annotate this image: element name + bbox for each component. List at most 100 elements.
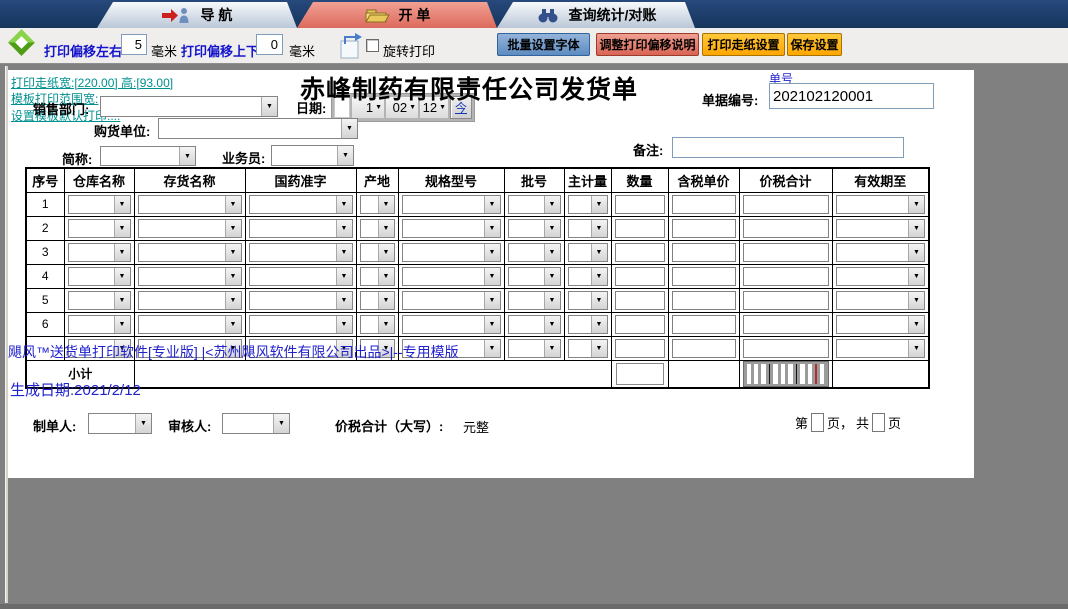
cell-combobox[interactable]: ▼: [67, 266, 131, 286]
cell-input[interactable]: [614, 338, 665, 358]
dropdown-arrow-icon[interactable]: ▼: [261, 97, 277, 116]
cell-combobox[interactable]: ▼: [137, 242, 242, 262]
dropdown-arrow-icon[interactable]: ▼: [543, 315, 560, 333]
cell-combobox[interactable]: ▼: [67, 218, 131, 238]
dropdown-arrow-icon[interactable]: ▼: [543, 243, 560, 261]
dropdown-arrow-icon[interactable]: ▼: [483, 195, 500, 213]
cell-combobox[interactable]: ▼: [248, 266, 353, 286]
offset-ud-input[interactable]: [256, 34, 283, 55]
cell-input[interactable]: [614, 290, 665, 310]
buyer-combobox[interactable]: ▼: [158, 118, 358, 139]
cell-combobox[interactable]: ▼: [401, 242, 501, 262]
dropdown-arrow-icon[interactable]: ▼: [590, 315, 607, 333]
cell-combobox[interactable]: ▼: [835, 314, 925, 334]
dropdown-arrow-icon[interactable]: ▼: [224, 267, 241, 285]
dropdown-arrow-icon[interactable]: ▼: [377, 291, 394, 309]
cell-combobox[interactable]: ▼: [67, 242, 131, 262]
dropdown-arrow-icon[interactable]: ▼: [335, 267, 352, 285]
dropdown-arrow-icon[interactable]: ▼: [543, 291, 560, 309]
tab-billing[interactable]: 开 单: [297, 2, 497, 28]
dropdown-arrow-icon[interactable]: ▼: [113, 315, 130, 333]
dropdown-arrow-icon[interactable]: ▼: [273, 414, 289, 433]
cell-input[interactable]: [614, 194, 665, 214]
dropdown-arrow-icon[interactable]: ▼: [377, 315, 394, 333]
cell-combobox[interactable]: ▼: [507, 218, 561, 238]
dropdown-arrow-icon[interactable]: ▼: [908, 291, 924, 309]
cell-input[interactable]: [742, 314, 829, 334]
dropdown-arrow-icon[interactable]: ▼: [483, 339, 500, 357]
dropdown-arrow-icon[interactable]: ▼: [543, 219, 560, 237]
dropdown-arrow-icon[interactable]: ▼: [908, 339, 924, 357]
dropdown-arrow-icon[interactable]: ▼: [113, 195, 130, 213]
dropdown-arrow-icon[interactable]: ▼: [908, 195, 924, 213]
cell-input[interactable]: [742, 266, 829, 286]
cell-combobox[interactable]: ▼: [507, 290, 561, 310]
dropdown-arrow-icon[interactable]: ▼: [590, 219, 607, 237]
cell-combobox[interactable]: ▼: [137, 218, 242, 238]
cell-input[interactable]: [671, 266, 736, 286]
cell-combobox[interactable]: ▼: [507, 266, 561, 286]
cell-combobox[interactable]: ▼: [507, 338, 561, 358]
cell-combobox[interactable]: ▼: [567, 242, 608, 262]
cell-input[interactable]: [742, 290, 829, 310]
cell-combobox[interactable]: ▼: [835, 218, 925, 238]
cell-combobox[interactable]: ▼: [567, 290, 608, 310]
dropdown-arrow-icon[interactable]: ▼: [908, 315, 924, 333]
dropdown-arrow-icon[interactable]: ▼: [483, 219, 500, 237]
cell-input[interactable]: [671, 290, 736, 310]
dropdown-arrow-icon[interactable]: ▼: [113, 219, 130, 237]
cell-combobox[interactable]: ▼: [359, 266, 395, 286]
cell-combobox[interactable]: ▼: [567, 218, 608, 238]
cell-combobox[interactable]: ▼: [248, 290, 353, 310]
dropdown-arrow-icon[interactable]: ▼: [908, 243, 924, 261]
cell-input[interactable]: [614, 218, 665, 238]
cell-combobox[interactable]: ▼: [567, 194, 608, 214]
cell-combobox[interactable]: ▼: [567, 266, 608, 286]
dropdown-arrow-icon[interactable]: ▼: [337, 146, 353, 165]
dropdown-arrow-icon[interactable]: ▼: [335, 315, 352, 333]
cell-input[interactable]: [614, 314, 665, 334]
dropdown-arrow-icon[interactable]: ▼: [590, 267, 607, 285]
dropdown-arrow-icon[interactable]: ▼: [377, 243, 394, 261]
cell-input[interactable]: [671, 242, 736, 262]
cell-combobox[interactable]: ▼: [137, 194, 242, 214]
paper-feed-settings-button[interactable]: 打印走纸设置: [702, 33, 785, 56]
cell-combobox[interactable]: ▼: [359, 242, 395, 262]
subtotal-qty-input[interactable]: [615, 362, 664, 385]
dropdown-arrow-icon[interactable]: ▼: [908, 219, 924, 237]
cell-combobox[interactable]: ▼: [567, 314, 608, 334]
dropdown-arrow-icon[interactable]: ▼: [590, 339, 607, 357]
cell-combobox[interactable]: ▼: [401, 218, 501, 238]
dropdown-arrow-icon[interactable]: ▼: [377, 267, 394, 285]
salesman-combobox[interactable]: ▼: [271, 145, 354, 166]
maker-combobox[interactable]: ▼: [88, 413, 152, 434]
cell-combobox[interactable]: ▼: [67, 290, 131, 310]
dropdown-arrow-icon[interactable]: ▼: [590, 291, 607, 309]
cell-combobox[interactable]: ▼: [835, 290, 925, 310]
cell-combobox[interactable]: ▼: [359, 314, 395, 334]
cell-combobox[interactable]: ▼: [401, 266, 501, 286]
cell-combobox[interactable]: ▼: [137, 266, 242, 286]
cell-combobox[interactable]: ▼: [507, 194, 561, 214]
tab-navigation[interactable]: 导 航: [97, 2, 297, 28]
dropdown-arrow-icon[interactable]: ▼: [590, 243, 607, 261]
cell-combobox[interactable]: ▼: [359, 218, 395, 238]
cell-combobox[interactable]: ▼: [137, 290, 242, 310]
cell-combobox[interactable]: ▼: [359, 290, 395, 310]
cell-combobox[interactable]: ▼: [248, 242, 353, 262]
dropdown-arrow-icon[interactable]: ▼: [113, 291, 130, 309]
offset-lr-input[interactable]: [121, 34, 147, 55]
cell-input[interactable]: [671, 218, 736, 238]
cell-combobox[interactable]: ▼: [401, 194, 501, 214]
dropdown-arrow-icon[interactable]: ▼: [341, 119, 357, 138]
dropdown-arrow-icon[interactable]: ▼: [335, 243, 352, 261]
cell-combobox[interactable]: ▼: [401, 290, 501, 310]
batch-font-button[interactable]: 批量设置字体: [497, 33, 590, 56]
dropdown-arrow-icon[interactable]: ▼: [908, 267, 924, 285]
cell-input[interactable]: [671, 338, 736, 358]
dropdown-arrow-icon[interactable]: ▼: [224, 195, 241, 213]
cell-input[interactable]: [742, 242, 829, 262]
dropdown-arrow-icon[interactable]: ▼: [113, 243, 130, 261]
dropdown-arrow-icon[interactable]: ▼: [135, 414, 151, 433]
order-no-input[interactable]: [769, 83, 934, 109]
